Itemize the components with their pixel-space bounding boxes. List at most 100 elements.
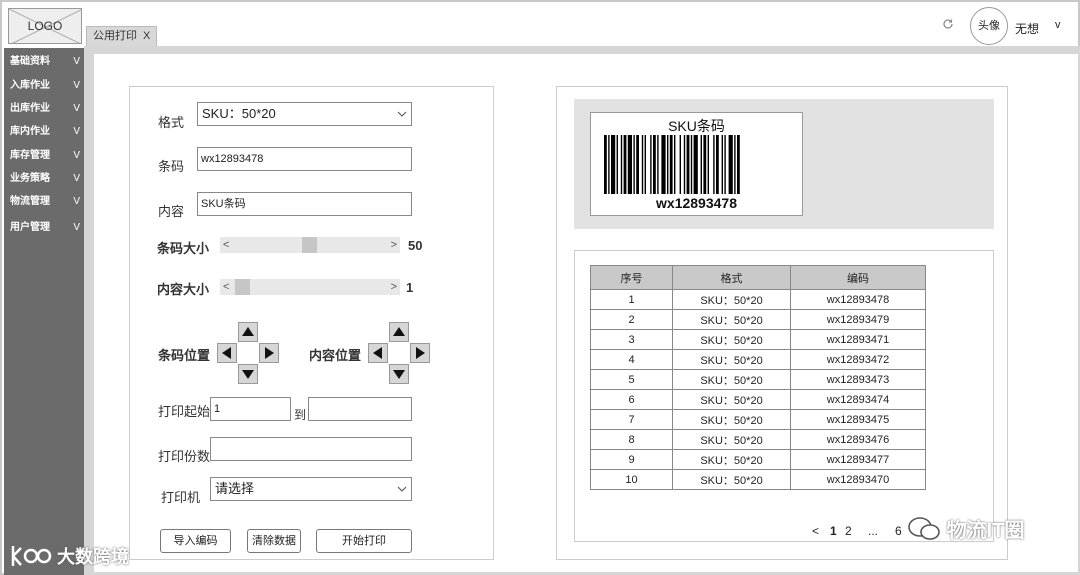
avatar[interactable]: 头像 <box>970 7 1008 45</box>
chevron-down-icon: V <box>73 56 80 67</box>
slider-left-arrow-icon[interactable]: < <box>223 279 229 295</box>
content-position-label: 内容位置 <box>309 348 362 363</box>
pager-prev-button[interactable]: < <box>812 524 819 538</box>
barcode-size-slider[interactable]: < > <box>220 237 400 253</box>
row-index: 10 <box>590 469 673 490</box>
slider-right-arrow-icon[interactable]: > <box>391 237 397 253</box>
sidebar-item-basic-data[interactable]: 基础资料 V <box>4 52 84 72</box>
format-select[interactable]: SKU：50*20 <box>197 102 412 126</box>
barcode-bar <box>608 135 610 194</box>
content-input[interactable]: SKU条码 <box>197 192 412 216</box>
barcode-move-right-button[interactable] <box>259 343 279 363</box>
content-move-down-button[interactable] <box>389 364 409 384</box>
barcode-bar <box>636 135 639 194</box>
barcode-input[interactable]: wx12893478 <box>197 147 412 171</box>
content-size-value: 1 <box>406 280 414 295</box>
sidebar-item-label: 出库作业 <box>10 103 50 114</box>
barcode-move-left-button[interactable] <box>217 343 237 363</box>
row-format: SKU：50*20 <box>672 369 791 390</box>
printer-select[interactable]: 请选择 <box>210 477 412 501</box>
row-index: 4 <box>590 349 673 370</box>
watermark-logo-left: 大数跨境 <box>10 543 129 569</box>
row-code: wx12893475 <box>790 409 926 430</box>
chevron-down-icon: V <box>73 103 80 114</box>
slider-right-arrow-icon[interactable]: > <box>391 279 397 295</box>
sidebar-item-strategy[interactable]: 业务策略 V <box>4 169 84 189</box>
barcode-bar <box>686 135 690 194</box>
table-row[interactable]: 9 SKU：50*20 wx12893477 <box>590 449 926 470</box>
barcode-bar <box>707 135 709 194</box>
printer-value: 请选择 <box>215 481 255 496</box>
table-row[interactable]: 2 SKU：50*20 wx12893479 <box>590 309 926 330</box>
sidebar-item-label: 库内作业 <box>10 126 50 137</box>
logo: LOGO <box>8 8 82 44</box>
row-format: SKU：50*20 <box>672 429 791 450</box>
pager-ellipsis: ... <box>868 524 879 538</box>
tab-public-print[interactable]: 公用打印 X <box>86 26 158 46</box>
barcode-move-down-button[interactable] <box>238 364 258 384</box>
chevron-down-icon: V <box>73 173 80 184</box>
pager-page-last[interactable]: 6 <box>895 524 902 538</box>
table-row[interactable]: 10 SKU：50*20 wx12893470 <box>590 469 926 490</box>
slider-thumb[interactable] <box>301 237 317 253</box>
table-row[interactable]: 6 SKU：50*20 wx12893474 <box>590 389 926 410</box>
pager-page-2[interactable]: 2 <box>845 524 852 538</box>
sidebar-item-label: 用户管理 <box>10 222 50 233</box>
barcode-move-up-button[interactable] <box>238 322 258 342</box>
sidebar-item-users[interactable]: 用户管理 V <box>4 218 84 238</box>
content-label: 内容 <box>158 204 185 219</box>
start-print-button[interactable]: 开始打印 <box>316 529 412 553</box>
print-start-from-input[interactable]: 1 <box>210 397 291 421</box>
barcode-bar <box>669 135 673 194</box>
table-row[interactable]: 7 SKU：50*20 wx12893475 <box>590 409 926 430</box>
tab-close-icon[interactable]: X <box>143 30 150 42</box>
table-header-row: 序号 格式 编码 <box>590 265 926 290</box>
sidebar-item-inventory[interactable]: 库存管理 V <box>4 146 84 166</box>
slider-left-arrow-icon[interactable]: < <box>223 237 229 253</box>
row-index: 3 <box>590 329 673 350</box>
row-index: 2 <box>590 309 673 330</box>
row-index: 8 <box>590 429 673 450</box>
table-row[interactable]: 5 SKU：50*20 wx12893473 <box>590 369 926 390</box>
sidebar-item-in-warehouse[interactable]: 库内作业 V <box>4 122 84 142</box>
print-start-to-input[interactable] <box>308 397 412 421</box>
row-index: 7 <box>590 409 673 430</box>
clear-data-button[interactable]: 清除数据 <box>247 529 301 553</box>
table-row[interactable]: 8 SKU：50*20 wx12893476 <box>590 429 926 450</box>
barcode-bar <box>674 135 676 194</box>
user-menu-chevron-icon[interactable]: v <box>1055 19 1061 31</box>
barcode-bar <box>633 135 635 194</box>
refresh-icon[interactable] <box>942 18 954 33</box>
barcode-bar <box>724 135 726 194</box>
import-codes-button[interactable]: 导入编码 <box>160 529 231 553</box>
table-row[interactable]: 4 SKU：50*20 wx12893472 <box>590 349 926 370</box>
barcode-bar <box>653 135 656 194</box>
content-move-up-button[interactable] <box>389 322 409 342</box>
row-code: wx12893472 <box>790 349 926 370</box>
row-format: SKU：50*20 <box>672 289 791 310</box>
barcode-size-value: 50 <box>408 238 423 253</box>
content-move-right-button[interactable] <box>410 343 430 363</box>
sidebar-item-label: 业务策略 <box>10 173 50 184</box>
table-row[interactable]: 3 SKU：50*20 wx12893471 <box>590 329 926 350</box>
barcode-bar <box>620 135 623 194</box>
barcode-bar <box>690 135 693 194</box>
sidebar-item-outbound[interactable]: 出库作业 V <box>4 99 84 119</box>
print-copies-input[interactable] <box>210 437 412 461</box>
username[interactable]: 无想 <box>1015 20 1039 37</box>
content-size-slider[interactable]: < > <box>220 279 400 295</box>
print-copies-label: 打印份数 <box>158 449 211 464</box>
slider-thumb[interactable] <box>235 279 251 295</box>
sidebar-item-label: 库存管理 <box>10 150 50 161</box>
sidebar-item-inbound[interactable]: 入库作业 V <box>4 76 84 96</box>
pager-page-1[interactable]: 1 <box>830 524 837 538</box>
content-move-left-button[interactable] <box>368 343 388 363</box>
table-row[interactable]: 1 SKU：50*20 wx12893478 <box>590 289 926 310</box>
row-format: SKU：50*20 <box>672 329 791 350</box>
barcode-bar <box>713 135 715 194</box>
sidebar-item-logistics[interactable]: 物流管理 V <box>4 192 84 212</box>
tab-label: 公用打印 <box>93 30 137 42</box>
row-format: SKU：50*20 <box>672 309 791 330</box>
sidebar-item-label: 入库作业 <box>10 80 50 91</box>
barcode-bar <box>679 135 681 194</box>
